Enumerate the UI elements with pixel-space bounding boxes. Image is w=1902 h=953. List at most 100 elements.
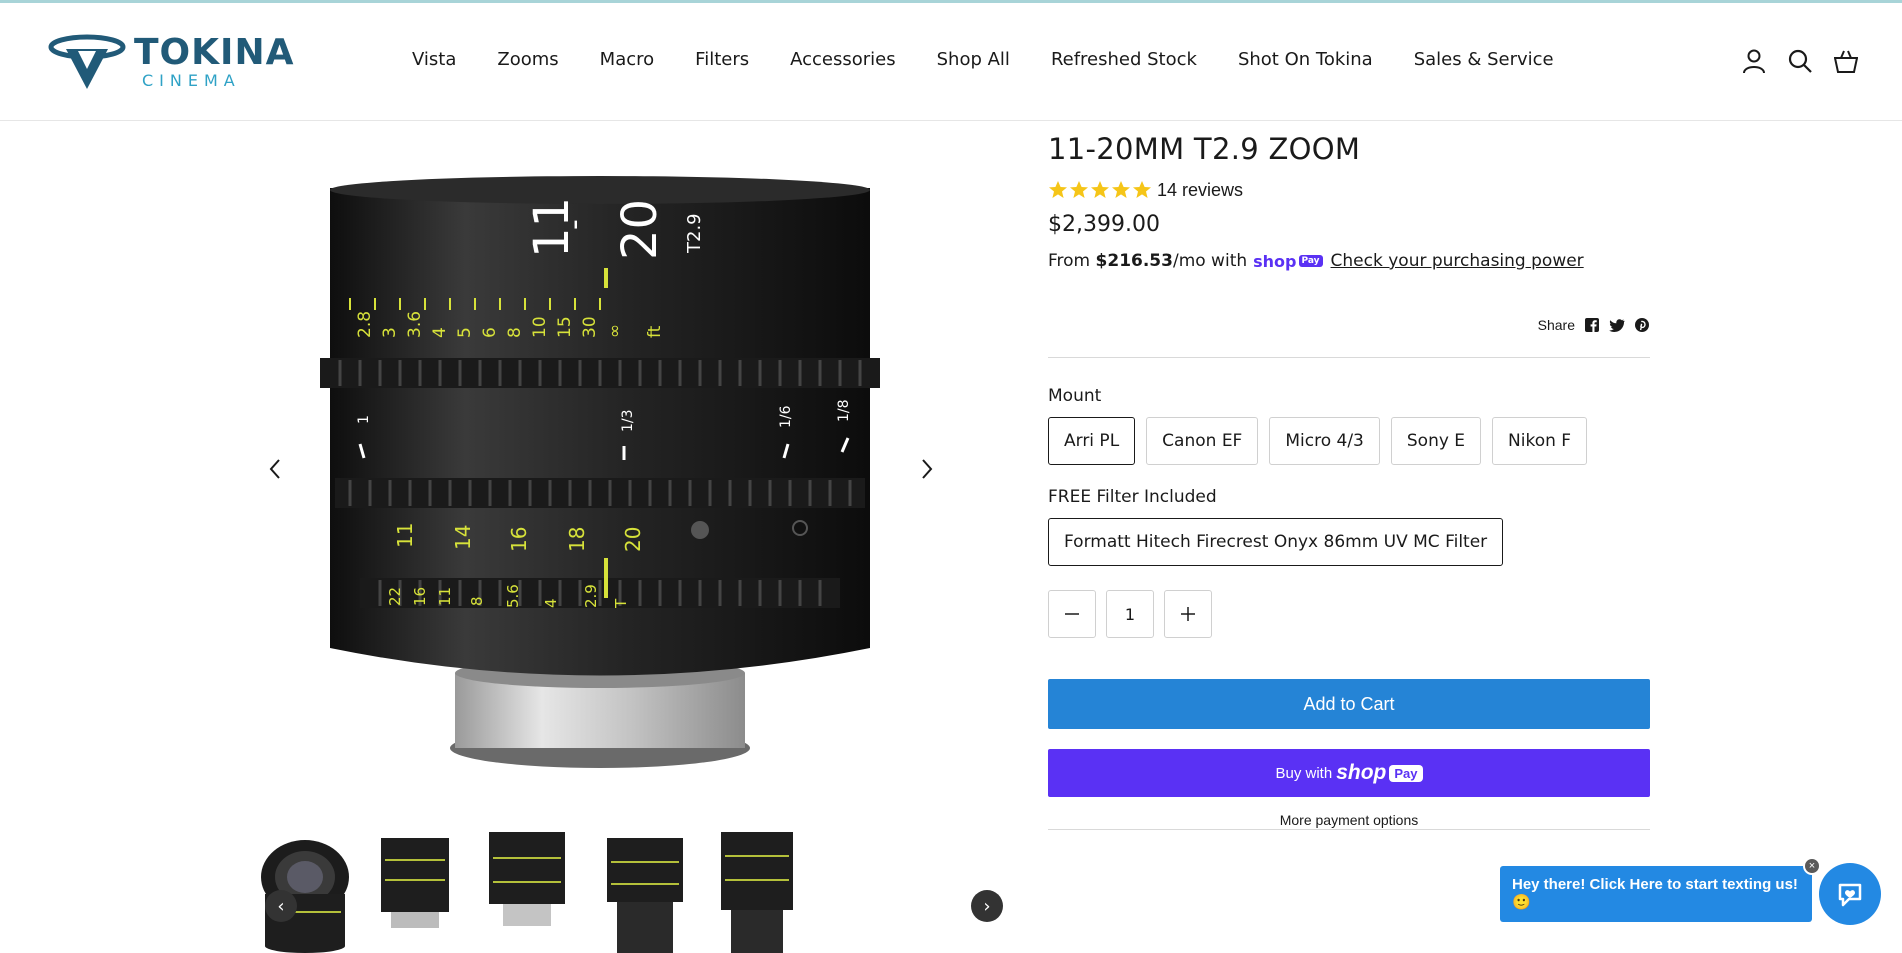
brand-word: TOKINA xyxy=(134,32,295,73)
thumbnail-prev-button[interactable]: ‹ xyxy=(265,890,297,922)
rating-stars xyxy=(1048,180,1152,200)
quantity-decrease-button[interactable] xyxy=(1048,590,1096,638)
star-icon xyxy=(1049,181,1067,198)
iris-mark: 8 xyxy=(468,596,486,606)
plus-icon xyxy=(1181,607,1195,621)
add-to-cart-button[interactable]: Add to Cart xyxy=(1048,679,1650,729)
distance-mark: 6 xyxy=(480,327,500,338)
thumbnail-1[interactable] xyxy=(255,832,355,953)
bottom-divider xyxy=(1048,829,1650,830)
star-icon xyxy=(1070,181,1088,198)
product-price: $2,399.00 xyxy=(1048,212,1160,237)
quantity-increase-button[interactable] xyxy=(1164,590,1212,638)
iris-mark: 22 xyxy=(386,587,404,606)
installment-prefix: From xyxy=(1048,251,1091,271)
product-info: 11-20MM T2.9 ZOOM 14 reviews $2,399.00 F… xyxy=(1048,128,1650,830)
distance-mark: 3.6 xyxy=(405,311,425,338)
zoom-mark: 20 xyxy=(621,527,645,552)
filter-label: FREE Filter Included xyxy=(1048,487,1217,507)
distance-mark: 15 xyxy=(555,316,575,338)
distance-mark: 30 xyxy=(580,316,600,338)
fraction-mark: 1/3 xyxy=(620,409,636,432)
gallery-next-button[interactable] xyxy=(912,454,942,484)
iris-mark: 5.6 xyxy=(504,584,522,608)
distance-mark: 4 xyxy=(430,327,450,338)
nav-item-filters[interactable]: Filters xyxy=(695,49,749,70)
nav-item-shot-on-tokina[interactable]: Shot On Tokina xyxy=(1238,49,1373,70)
nav-item-vista[interactable]: Vista xyxy=(412,49,456,70)
chat-icon xyxy=(1838,883,1862,907)
review-count[interactable]: 14 reviews xyxy=(1157,180,1243,201)
installment-suffix: /mo with xyxy=(1172,251,1248,271)
zoom-mark: 16 xyxy=(507,527,531,552)
mount-option-micro-43[interactable]: Micro 4/3 xyxy=(1269,417,1380,465)
chat-prompt[interactable]: Hey there! Click Here to start texting u… xyxy=(1500,866,1812,922)
nav-item-shop-all[interactable]: Shop All xyxy=(937,49,1010,70)
star-icon xyxy=(1133,181,1151,198)
check-purchasing-power-link[interactable]: Check your purchasing power xyxy=(1331,251,1584,271)
fraction-mark: 1/6 xyxy=(778,405,794,428)
mount-option-sony-e[interactable]: Sony E xyxy=(1390,417,1482,465)
thumbnail-strip: ‹ › xyxy=(255,832,1003,953)
filter-option[interactable]: Formatt Hitech Firecrest Onyx 86mm UV MC… xyxy=(1048,518,1504,566)
fraction-mark: 1/8 xyxy=(836,399,852,422)
twitter-icon[interactable] xyxy=(1609,317,1625,333)
nav-item-sales-service[interactable]: Sales & Service xyxy=(1414,49,1554,70)
nav-item-macro[interactable]: Macro xyxy=(600,49,654,70)
chevron-left-icon xyxy=(269,459,280,479)
mount-option-canon-ef[interactable]: Canon EF xyxy=(1146,417,1259,465)
thumbnail-5[interactable] xyxy=(707,832,807,953)
quantity-input[interactable] xyxy=(1106,590,1154,638)
site-header: TOKINA CINEMA Vista Zooms Macro Filters … xyxy=(0,3,1902,121)
thumbnail-4[interactable] xyxy=(597,832,697,953)
distance-mark: 2.8 xyxy=(355,311,375,338)
pinterest-icon[interactable] xyxy=(1634,317,1650,333)
product-image[interactable]: 11 - 20 T2.9 2.8 3 3.6 4 5 6 8 10 15 30 … xyxy=(250,128,950,808)
product-title: 11-20MM T2.9 ZOOM xyxy=(1048,132,1361,166)
nav-item-refreshed-stock[interactable]: Refreshed Stock xyxy=(1051,49,1197,70)
brand-wordmark: TOKINA CINEMA xyxy=(134,35,294,91)
facebook-icon[interactable] xyxy=(1584,317,1600,333)
cart-icon[interactable] xyxy=(1834,48,1858,74)
thumbnail-3[interactable] xyxy=(477,832,577,953)
mount-options: Arri PL Canon EF Micro 4/3 Sony E Nikon … xyxy=(1048,417,1588,465)
gallery-prev-button[interactable] xyxy=(260,454,290,484)
distance-mark: 10 xyxy=(530,316,550,338)
star-icon xyxy=(1091,181,1109,198)
account-icon[interactable] xyxy=(1742,48,1766,74)
nav-item-accessories[interactable]: Accessories xyxy=(790,49,896,70)
chat-launcher-button[interactable] xyxy=(1819,863,1881,925)
shop-pay-logo: shop Pay xyxy=(1253,251,1323,271)
product-gallery: 11 - 20 T2.9 2.8 3 3.6 4 5 6 8 10 15 30 … xyxy=(250,128,950,808)
shop-pay-word: shop xyxy=(1253,251,1297,271)
header-icons xyxy=(1742,48,1858,74)
distance-unit: ft xyxy=(645,325,665,338)
distance-mark: 5 xyxy=(455,327,475,338)
mount-option-arri-pl[interactable]: Arri PL xyxy=(1048,417,1136,465)
nav-item-zooms[interactable]: Zooms xyxy=(497,49,558,70)
buy-with-label: Buy with xyxy=(1275,764,1333,782)
buy-with-shop-pay-button[interactable]: Buy with shop Pay xyxy=(1048,749,1650,797)
more-payment-options-link[interactable]: More payment options xyxy=(1048,812,1650,828)
iris-mark: 11 xyxy=(436,587,454,606)
section-divider xyxy=(1048,357,1650,358)
lens-focal-bottom: 20 xyxy=(612,199,668,260)
installment-amount: $216.53 xyxy=(1095,251,1173,271)
minus-icon xyxy=(1065,613,1079,615)
chat-close-button[interactable]: × xyxy=(1803,857,1821,875)
mount-option-nikon-f[interactable]: Nikon F xyxy=(1492,417,1588,465)
main-nav: Vista Zooms Macro Filters Accessories Sh… xyxy=(412,49,1595,70)
distance-mark: 3 xyxy=(380,327,400,338)
iris-mark: 4 xyxy=(542,598,560,608)
lens-focal-dash: - xyxy=(557,219,592,230)
tokina-logo-icon xyxy=(48,34,126,89)
distance-mark: ∞ xyxy=(605,324,625,338)
iris-mark: 16 xyxy=(411,587,429,606)
star-icon xyxy=(1112,181,1130,198)
pay-badge: Pay xyxy=(1389,764,1423,782)
brand-logo[interactable]: TOKINA CINEMA xyxy=(48,33,318,93)
product-rating[interactable]: 14 reviews xyxy=(1048,178,1650,202)
thumbnail-next-button[interactable]: › xyxy=(971,890,1003,922)
search-icon[interactable] xyxy=(1788,48,1812,74)
thumbnail-2[interactable] xyxy=(365,832,465,953)
